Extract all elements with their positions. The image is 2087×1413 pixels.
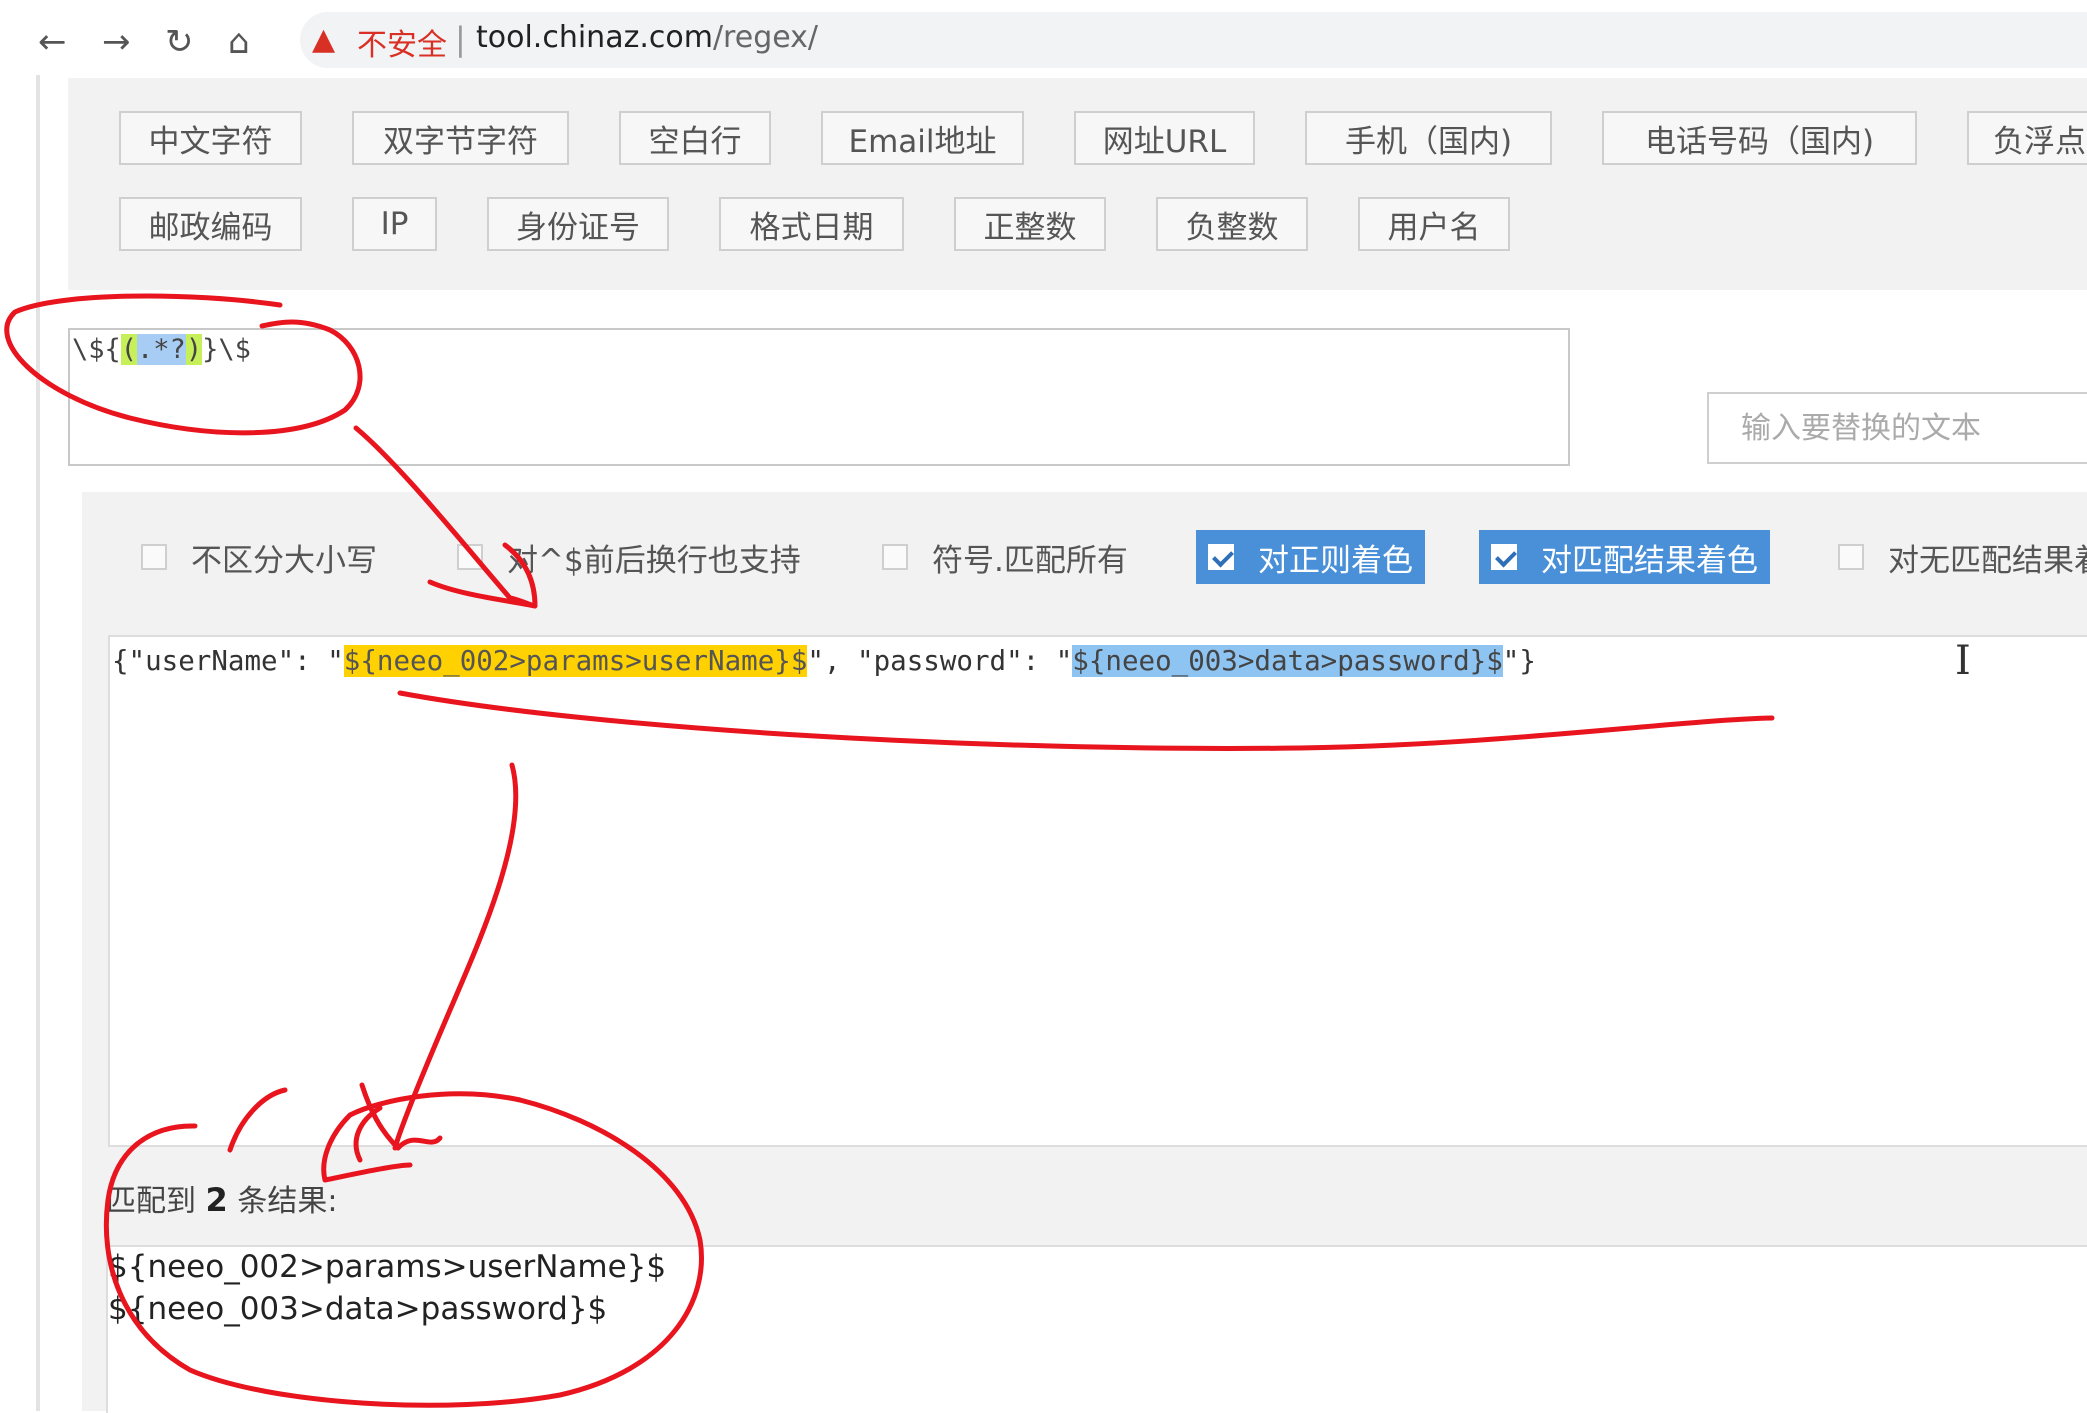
option-color-regex[interactable]: 对正则着色 [1196,530,1425,584]
quick-button-negative-int[interactable]: 负整数 [1156,197,1308,251]
home-icon[interactable]: ⌂ [228,22,250,62]
quick-button-negative-float[interactable]: 负浮点 [1967,111,2087,165]
checkbox-icon[interactable] [141,544,167,570]
option-multiline[interactable]: 对^$前后换行也支持 [457,530,801,584]
test-text[interactable]: {"userName": "${neeo_002>params>userName… [112,645,1536,677]
quick-regex-panel [68,78,2087,290]
checkbox-checked-icon[interactable] [1208,544,1234,570]
browser-toolbar: ← → ↻ ⌂ ▲ 不安全 | tool.chinaz.com/regex/ [0,0,2087,70]
option-color-no-match[interactable]: 对无匹配结果着 [1838,530,2087,584]
checkbox-icon[interactable] [457,544,483,570]
match-highlight-1: ${neeo_002>params>userName}$ [343,645,808,677]
replace-text-input[interactable] [1707,392,2087,464]
option-color-matches[interactable]: 对匹配结果着色 [1479,530,1770,584]
match-count-label: 匹配到 2 条结果: [106,1181,338,1219]
match-result-item: ${neeo_002>params>userName}$ [108,1249,667,1285]
option-dot-all[interactable]: 符号.匹配所有 [882,530,1128,584]
quick-button-phone[interactable]: 电话号码（国内) [1602,111,1917,165]
quick-button-date[interactable]: 格式日期 [719,197,904,251]
reload-icon[interactable]: ↻ [165,22,194,62]
checkbox-checked-icon[interactable] [1491,544,1517,570]
match-result-item: ${neeo_003>data>password}$ [108,1291,608,1327]
back-arrow-icon[interactable]: ← [38,22,67,62]
quick-button-double-byte[interactable]: 双字节字符 [352,111,569,165]
quick-button-ip[interactable]: IP [352,197,437,251]
address-separator: | [455,20,466,58]
test-text-area[interactable] [108,635,2087,1147]
match-count: 2 [205,1181,228,1219]
checkbox-icon[interactable] [1838,544,1864,570]
warning-triangle-icon: ▲ [312,22,336,57]
url-text[interactable]: tool.chinaz.com/regex/ [476,20,818,55]
quick-button-username[interactable]: 用户名 [1358,197,1510,251]
regex-input[interactable] [68,328,1570,466]
checkbox-icon[interactable] [882,544,908,570]
quick-button-positive-int[interactable]: 正整数 [954,197,1106,251]
page-frame-border [36,75,40,1411]
forward-arrow-icon[interactable]: → [102,22,131,62]
security-status[interactable]: 不安全 [357,20,447,64]
quick-button-blank-line[interactable]: 空白行 [619,111,771,165]
text-cursor-icon: I [1955,638,1971,684]
match-highlight-2: ${neeo_003>data>password}$ [1072,645,1503,677]
quick-button-chinese-chars[interactable]: 中文字符 [119,111,302,165]
divider [108,1145,2087,1147]
quick-button-url[interactable]: 网址URL [1074,111,1255,165]
quick-button-email[interactable]: Email地址 [821,111,1024,165]
quick-button-mobile[interactable]: 手机（国内) [1305,111,1552,165]
quick-button-id-number[interactable]: 身份证号 [487,197,669,251]
regex-expression[interactable]: \${(.*?)}\$ [72,334,251,365]
quick-button-postcode[interactable]: 邮政编码 [119,197,302,251]
option-ignore-case[interactable]: 不区分大小写 [141,530,377,584]
